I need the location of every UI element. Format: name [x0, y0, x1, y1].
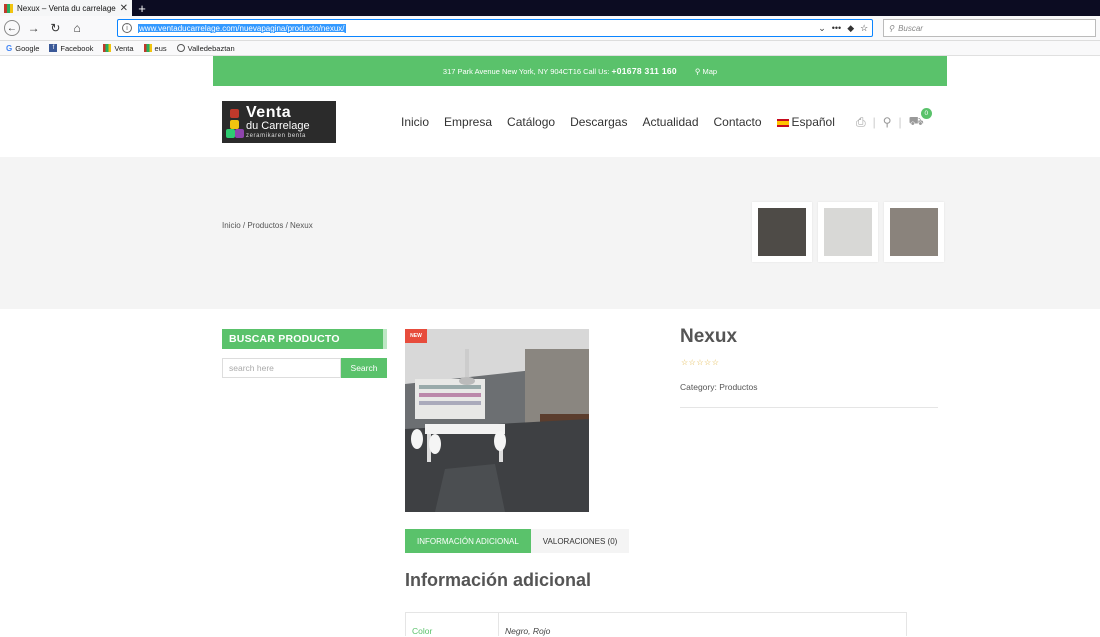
rating-stars: ☆☆☆☆☆	[681, 358, 720, 367]
thumbnail-gallery	[752, 202, 944, 262]
browser-search-input[interactable]: ⚲ Buscar	[883, 19, 1096, 37]
breadcrumb[interactable]: Inicio / Productos / Nexux	[222, 221, 313, 230]
thumb-swatch	[890, 208, 938, 256]
phone-number[interactable]: +01678 311 160	[611, 66, 676, 76]
map-link[interactable]: ⚲ Map	[695, 67, 717, 76]
chevron-down-icon[interactable]: ⌄	[818, 23, 826, 34]
product-search-button[interactable]: Search	[341, 358, 387, 378]
cart-icon[interactable]: ⛟ 0	[909, 108, 932, 130]
forward-icon[interactable]: →	[26, 20, 42, 36]
product-tabs: INFORMACIÓN ADICIONAL VALORACIONES (0)	[405, 529, 630, 553]
back-icon[interactable]: ←	[4, 20, 20, 36]
new-badge: NEW	[405, 329, 427, 343]
google-icon: G	[6, 44, 13, 53]
browser-tab[interactable]: Nexux – Venta du carrelage ✕	[0, 0, 132, 16]
search-icon: ⚲	[888, 23, 895, 33]
reload-icon[interactable]: ↻	[48, 20, 64, 36]
tab-informacion-adicional[interactable]: INFORMACIÓN ADICIONAL	[405, 529, 531, 553]
nav-empresa[interactable]: Empresa	[444, 115, 492, 129]
star-icon[interactable]: ☆	[860, 23, 868, 34]
product-image[interactable]	[405, 329, 589, 512]
nav-language[interactable]: Español	[776, 115, 835, 129]
attributes-table: Color Negro, Rojo	[405, 612, 907, 636]
product-title: Nexux	[680, 326, 738, 347]
globe-icon	[176, 44, 185, 52]
address-text: 317 Park Avenue New York, NY 904CT16 Cal…	[442, 67, 610, 76]
logo-squares-icon	[226, 105, 244, 139]
header-icons: ⎙ | ⚲ | ⛟ 0	[856, 108, 932, 130]
thumbnail-2[interactable]	[818, 202, 878, 262]
nav-catalogo[interactable]: Catálogo	[507, 115, 555, 129]
site-favicon-icon	[4, 3, 13, 13]
thumbnail-3[interactable]	[884, 202, 944, 262]
bookmarks-bar: G Google f Facebook Venta eus Valledebazta…	[0, 41, 1100, 56]
site-favicon-icon	[143, 44, 152, 52]
spain-flag-icon	[776, 118, 789, 127]
home-icon[interactable]: ⌂	[69, 20, 85, 36]
bookmark-google[interactable]: G Google	[6, 44, 39, 54]
facebook-icon: f	[49, 44, 58, 52]
attribute-value: Negro, Rojo	[505, 626, 551, 636]
more-icon[interactable]: •••	[832, 23, 841, 33]
attribute-label: Color	[406, 613, 499, 636]
printer-icon[interactable]: ⎙	[856, 115, 866, 130]
nav-descargas[interactable]: Descargas	[570, 115, 627, 129]
main-nav: Inicio Empresa Catálogo Descargas Actual…	[401, 115, 835, 129]
cart-count-badge: 0	[920, 108, 932, 119]
bookmark-facebook[interactable]: f Facebook	[49, 44, 93, 53]
bookmark-valledebaztan[interactable]: Valledebaztan	[176, 44, 235, 53]
bookmark-eus[interactable]: eus	[143, 44, 167, 53]
product-search-input[interactable]	[222, 358, 341, 378]
site-favicon-icon	[103, 44, 112, 52]
browser-navbar: ← → ↻ ⌂ i www.ventaducarrelage.com/nueva…	[0, 16, 1100, 41]
pocket-icon[interactable]: ◆	[847, 23, 854, 34]
contact-topbar: 317 Park Avenue New York, NY 904CT16 Cal…	[213, 56, 947, 86]
logo-text-2: du Carrelage	[246, 120, 310, 132]
nav-inicio[interactable]: Inicio	[401, 115, 429, 129]
tab-title: Nexux – Venta du carrelage	[17, 3, 116, 13]
additional-info-title: Información adicional	[405, 570, 592, 590]
thumb-swatch	[758, 208, 806, 256]
map-pin-icon: ⚲	[694, 66, 701, 76]
nav-contacto[interactable]: Contacto	[714, 115, 762, 129]
interior-photo	[405, 329, 589, 512]
info-icon[interactable]: i	[122, 23, 133, 33]
url-bar[interactable]: i www.ventaducarrelage.com/nuevapagina/p…	[117, 19, 874, 37]
product-search: Search	[222, 358, 387, 378]
bookmark-venta[interactable]: Venta	[103, 44, 134, 53]
logo-text-1: Venta	[246, 104, 292, 121]
nav-actualidad[interactable]: Actualidad	[642, 115, 698, 129]
thumbnail-1[interactable]	[752, 202, 812, 262]
thumb-swatch	[824, 208, 872, 256]
site-logo[interactable]: Venta du Carrelage zeramikaren benta	[222, 101, 336, 143]
search-icon[interactable]: ⚲	[883, 115, 892, 129]
browser-search-placeholder: Buscar	[898, 23, 923, 33]
new-tab-icon[interactable]: +	[132, 0, 152, 16]
url-text[interactable]: www.ventaducarrelage.com/nuevapagina/pro…	[138, 23, 346, 33]
web-page: 317 Park Avenue New York, NY 904CT16 Cal…	[0, 56, 1100, 636]
close-icon[interactable]: ✕	[120, 3, 128, 14]
browser-tabbar: Nexux – Venta du carrelage ✕ +	[0, 0, 1100, 16]
tab-valoraciones[interactable]: VALORACIONES (0)	[530, 529, 630, 553]
product-category[interactable]: Category: Productos	[680, 382, 757, 392]
divider	[680, 407, 938, 408]
logo-text-3: zeramikaren benta	[246, 133, 306, 139]
sidebar-title: BUSCAR PRODUCTO	[222, 329, 387, 349]
